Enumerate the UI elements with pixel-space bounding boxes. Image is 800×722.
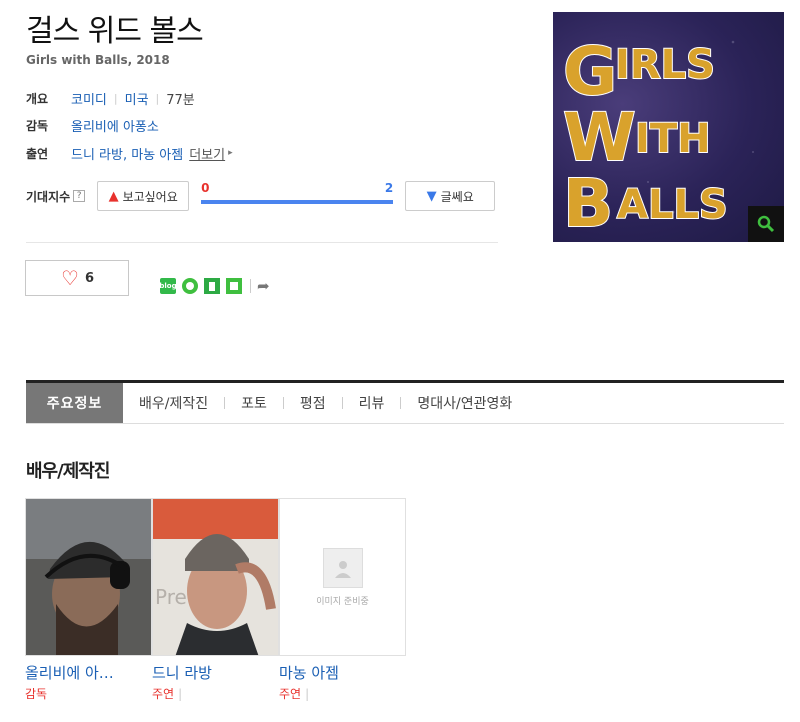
poster-letter-b: B (563, 165, 613, 242)
tab-bar: 주요정보 배우/제작진 포토 평점 리뷰 명대사/연관영화 (26, 380, 784, 424)
person-icon (322, 547, 363, 588)
zoom-button[interactable] (748, 206, 784, 242)
expectation-gauge: 0 2 (201, 181, 394, 211)
want-count: 0 (201, 181, 210, 195)
cast-card-director[interactable]: 올리비에 아… 감독 (25, 498, 152, 702)
genre-link[interactable]: 코미디 (71, 89, 107, 108)
cast-card-lead-2[interactable]: 이미지 준비중 마농 아젬 주연 | (279, 498, 406, 702)
thumbs-down-icon: ▼ (426, 188, 437, 204)
director-photo (26, 499, 151, 655)
memo-share-icon[interactable] (226, 278, 242, 294)
cast-role: 주연 | (152, 685, 279, 702)
cast-photo[interactable]: Pre (152, 498, 279, 656)
country-link[interactable]: 미국 (125, 89, 149, 108)
cast-name[interactable]: 마농 아젬 (279, 662, 406, 683)
gauge-bar (201, 200, 394, 204)
like-button[interactable]: ♡ 6 (25, 260, 129, 296)
cast-photo[interactable]: 이미지 준비중 (279, 498, 406, 656)
cast-row: 출연 드니 라방, 마농 아젬 더보기 ▸ (26, 143, 233, 163)
cast-section-title: 배우/제작진 (26, 461, 110, 482)
poster-word-alls: ALLS (617, 182, 728, 228)
cast-role: 주연 | (279, 685, 406, 702)
expectation-row: 기대지수 ? ▲ 보고싶어요 0 2 ▼ 글쎄요 (26, 180, 496, 212)
heart-icon: ♡ (61, 266, 79, 290)
divider (26, 242, 498, 243)
tab-ratings[interactable]: 평점 (284, 383, 342, 423)
search-icon (757, 215, 775, 233)
not-sure-label: 글쎄요 (440, 189, 474, 204)
gauge-fill-not (201, 200, 394, 204)
cast-card-lead-1[interactable]: Pre 드니 라방 주연 | (152, 498, 279, 702)
overview-row: 개요 코미디 | 미국 | 77분 (26, 88, 195, 108)
want-to-see-button[interactable]: ▲ 보고싶어요 (97, 181, 190, 211)
image-placeholder: 이미지 준비중 (280, 499, 405, 655)
poster-word-irls: IRLS (615, 42, 715, 88)
more-link[interactable]: 더보기 (189, 144, 225, 163)
tab-photos[interactable]: 포토 (225, 383, 283, 423)
like-count: 6 (84, 270, 94, 286)
tab-quotes-related[interactable]: 명대사/연관영화 (401, 383, 528, 423)
tab-reviews[interactable]: 리뷰 (343, 383, 401, 423)
director-row: 감독 올리비에 아퐁소 (26, 115, 159, 135)
separator: | (305, 687, 310, 701)
placeholder-text: 이미지 준비중 (316, 596, 369, 607)
separator (250, 279, 251, 293)
director-link[interactable]: 올리비에 아퐁소 (71, 116, 159, 135)
not-count: 2 (384, 181, 394, 195)
cast-name[interactable]: 올리비에 아… (25, 662, 152, 683)
cast-role-label: 주연 (279, 687, 302, 701)
director-label: 감독 (26, 118, 49, 133)
cast-label: 출연 (26, 146, 49, 161)
movie-poster[interactable]: G IRLS W ITH B ALLS (553, 12, 784, 242)
runtime: 77분 (166, 92, 195, 108)
cafe-share-icon[interactable] (182, 278, 198, 294)
cast-photo[interactable] (25, 498, 152, 656)
movie-title: 걸스 위드 볼스 (26, 14, 204, 49)
chevron-right-icon: ▸ (228, 148, 233, 158)
want-to-see-label: 보고싶어요 (122, 189, 178, 204)
bookmark-share-icon[interactable] (204, 278, 220, 294)
share-export-icon[interactable]: ➦ (257, 277, 270, 295)
cast-role-label: 주연 (152, 687, 175, 701)
separator: | (178, 687, 183, 701)
share-row: blog ➦ (159, 277, 270, 295)
help-icon[interactable]: ? (73, 190, 86, 202)
separator: | (155, 91, 160, 105)
thumbs-up-icon: ▲ (108, 188, 119, 204)
not-sure-button[interactable]: ▼ 글쎄요 (405, 181, 496, 211)
tab-cast-crew[interactable]: 배우/제작진 (123, 383, 224, 423)
poster-word-ith: ITH (635, 116, 711, 162)
cast-name[interactable]: 드니 라방 (152, 662, 279, 683)
expectation-label: 기대지수 (26, 189, 71, 204)
cast-role: 감독 (25, 685, 152, 702)
cast-link[interactable]: 드니 라방, 마농 아젬 (71, 144, 183, 163)
blog-share-icon[interactable]: blog (159, 278, 177, 294)
movie-subtitle: Girls with Balls, 2018 (26, 53, 170, 67)
overview-label: 개요 (26, 91, 49, 106)
svg-text:Pre: Pre (155, 585, 187, 609)
separator: | (113, 91, 118, 105)
cast-role-label: 감독 (25, 687, 48, 701)
tab-main-info[interactable]: 주요정보 (26, 383, 123, 423)
actor-photo: Pre (153, 499, 278, 655)
